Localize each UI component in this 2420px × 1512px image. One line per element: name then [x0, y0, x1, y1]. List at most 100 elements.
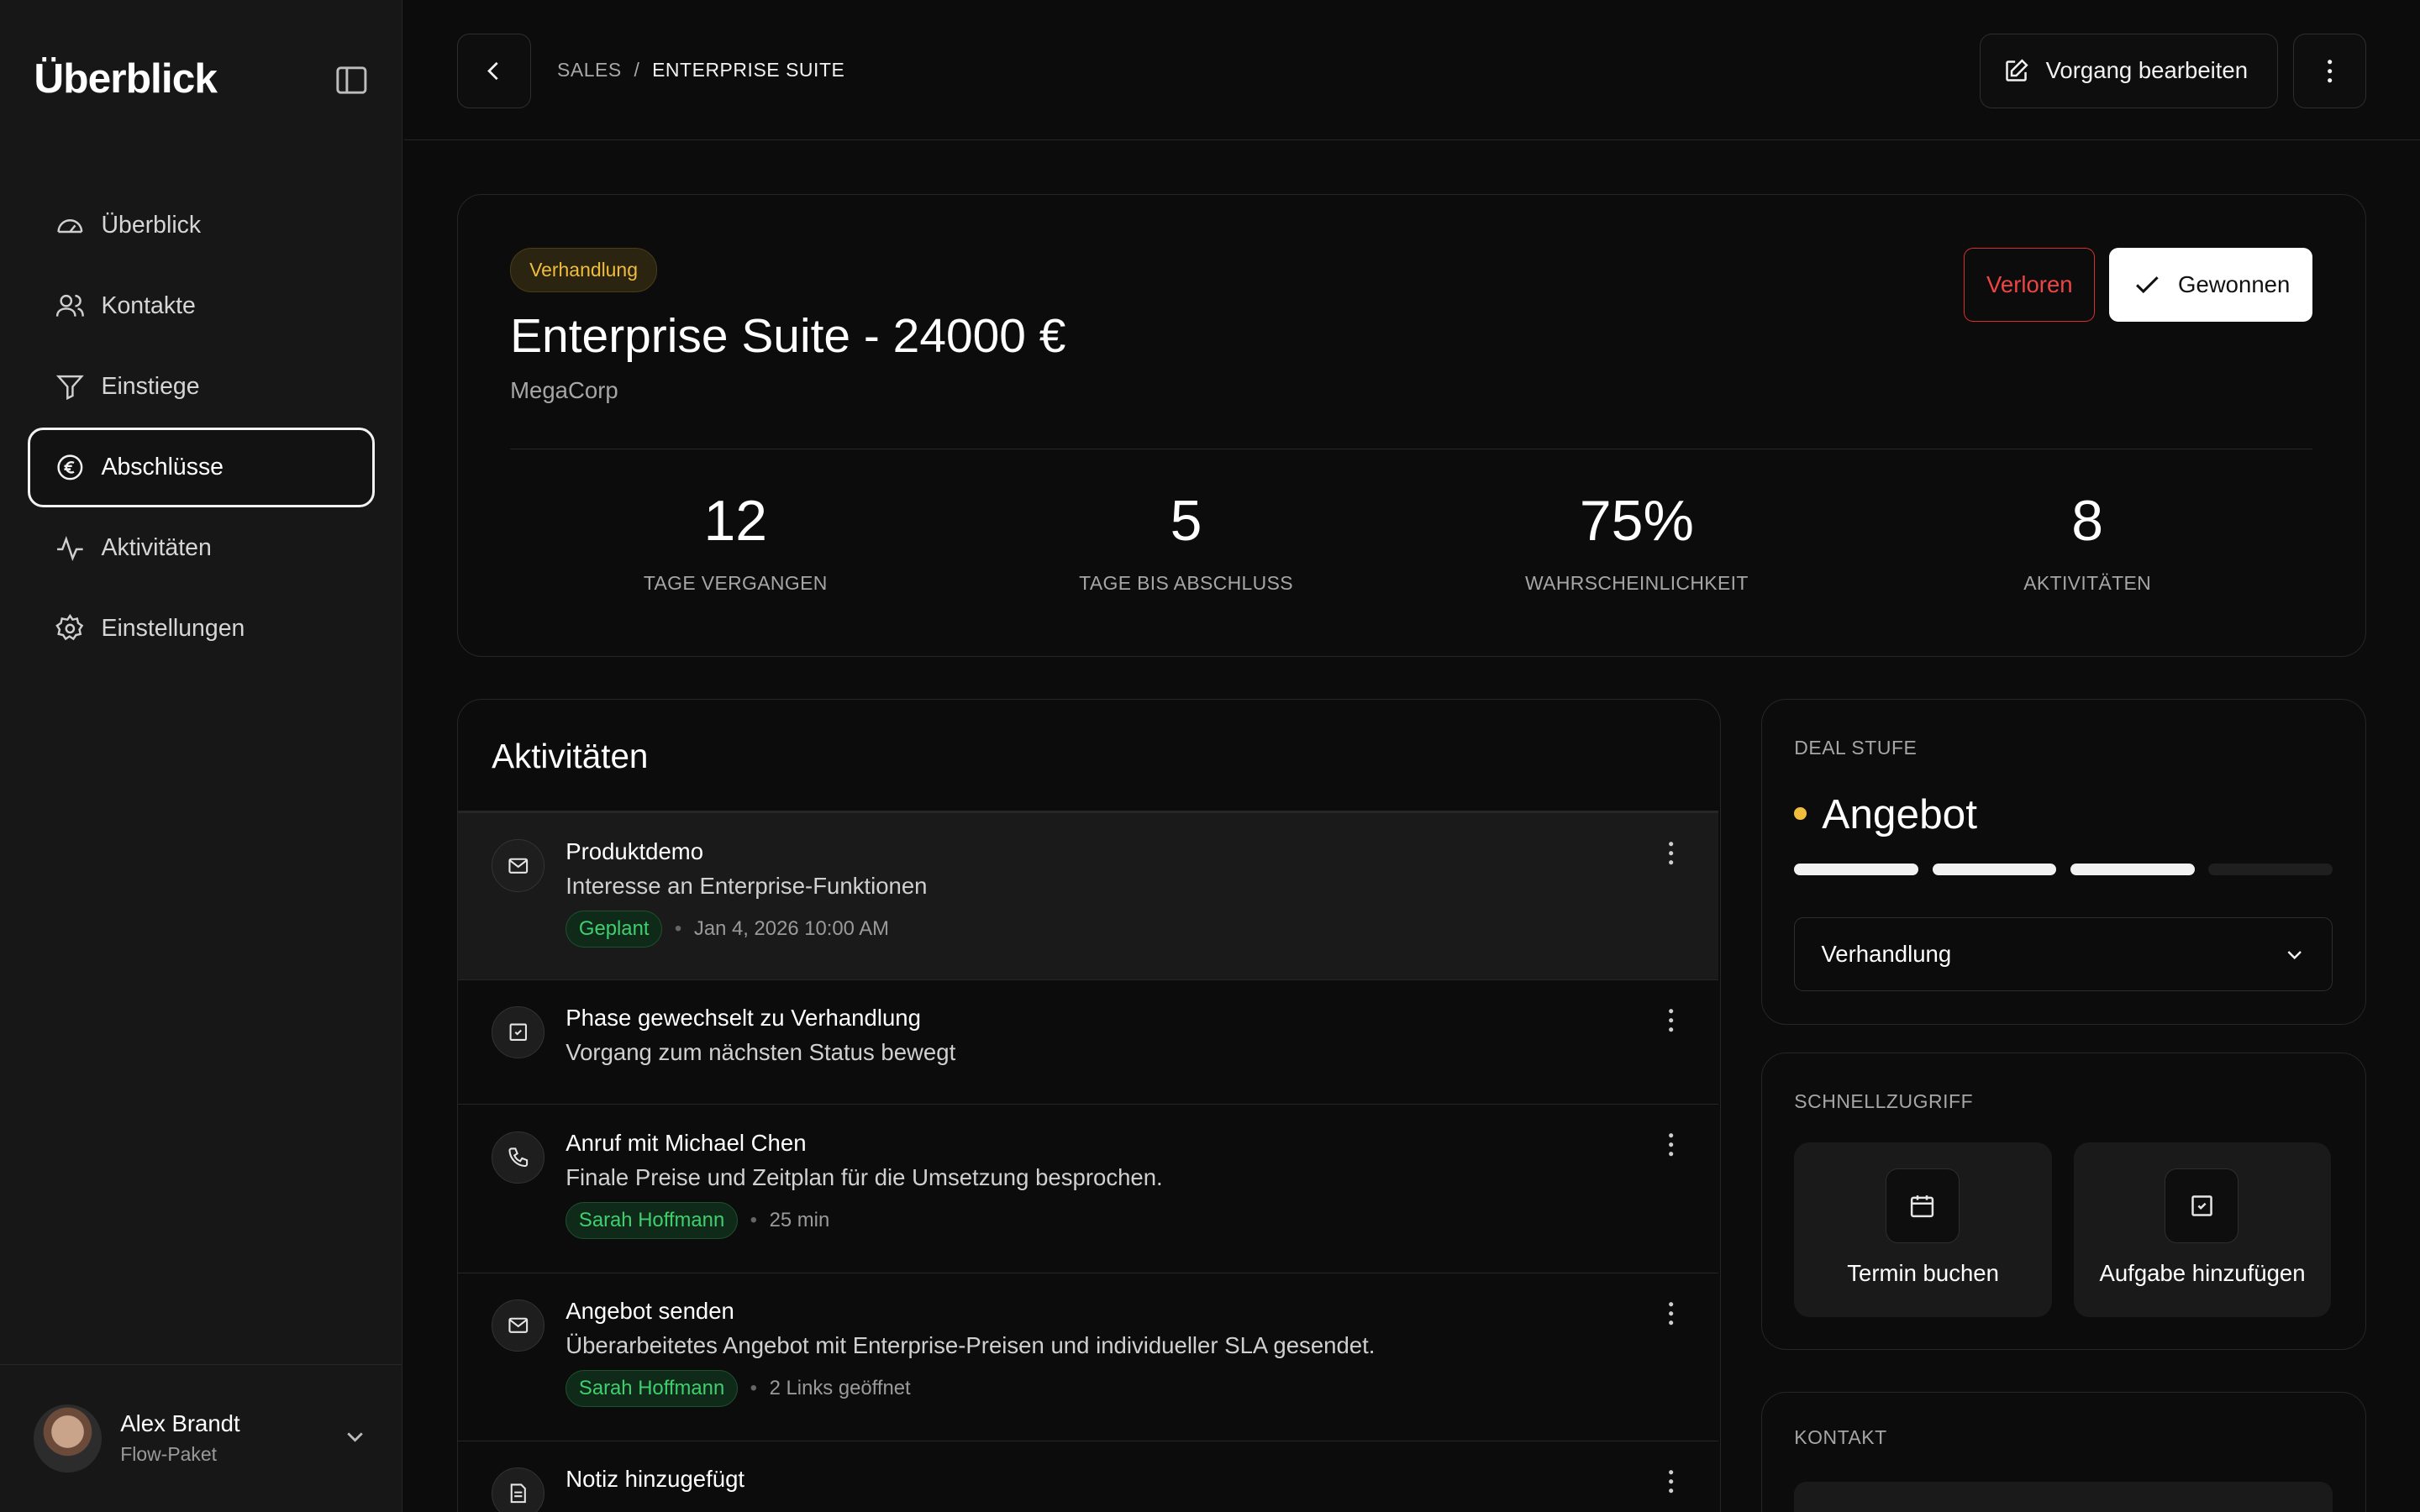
- more-vertical-icon: [1668, 1133, 1673, 1157]
- list-item[interactable]: Phase gewechselt zu Verhandlung Vorgang …: [457, 980, 1719, 1105]
- activity-description: Überarbeitetes Angebot mit Enterprise-Pr…: [566, 1332, 1376, 1359]
- user-plan: Flow-Paket: [120, 1443, 217, 1466]
- more-options-button[interactable]: [2293, 34, 2366, 108]
- sidebar-nav: Überblick Kontakte Einstiege Abschlüsse …: [28, 185, 376, 669]
- activities-title: Aktivitäten: [492, 737, 649, 776]
- sidebar-item-leads[interactable]: Einstiege: [28, 346, 375, 427]
- more-vertical-icon: [1668, 1469, 1673, 1494]
- stat-label: TAGE BIS ABSCHLUSS: [1079, 572, 1293, 595]
- activity-description: Interesse an Enterprise-Funktionen: [566, 872, 928, 899]
- task-icon: [509, 1023, 527, 1042]
- app-brand: Überblick: [34, 55, 218, 102]
- stat-value: 12: [703, 489, 768, 554]
- contact-entry[interactable]: [1794, 1482, 2333, 1512]
- activity-menu-button[interactable]: [1655, 838, 1686, 869]
- activity-description: Finale Preise und Zeitplan für die Umset…: [566, 1163, 1163, 1190]
- activity-type-badge: [492, 1467, 544, 1512]
- user-menu[interactable]: Alex Brandt Flow-Paket: [0, 1363, 403, 1512]
- stat-value: 5: [1170, 489, 1202, 554]
- contact-card: KONTAKT: [1760, 1391, 2366, 1512]
- activity-icon: [57, 535, 84, 562]
- deal-stage-card: DEAL STUFE Angebot Verhandlung: [1760, 699, 2366, 1025]
- add-task-button[interactable]: Aufgabe hinzufügen: [2073, 1142, 2332, 1317]
- activity-meta: Sarah Hoffmann • 2 Links geöffnet: [566, 1369, 1718, 1408]
- stage-select[interactable]: Verhandlung: [1794, 916, 2333, 992]
- breadcrumb-current: ENTERPRISE SUITE: [652, 58, 845, 81]
- progress-segment: [1794, 863, 1919, 876]
- activity-name: Produktdemo: [566, 837, 704, 864]
- deal-summary-card: Verhandlung Enterprise Suite - 24000 € M…: [456, 194, 2366, 658]
- quick-access-card: SCHNELLZUGRIFF Termin buchen Aufgabe hin…: [1760, 1052, 2366, 1351]
- sidebar-item-activities[interactable]: Aktivitäten: [28, 508, 375, 589]
- back-button[interactable]: [456, 34, 531, 108]
- stage-select-value: Verhandlung: [1821, 941, 1952, 968]
- chevron-down-icon: [347, 1432, 363, 1443]
- mark-won-button[interactable]: Gewonnen: [2108, 247, 2313, 323]
- sidebar-toggle-icon: [336, 66, 367, 94]
- funnel-icon: [56, 375, 85, 400]
- more-vertical-icon: [2327, 59, 2333, 83]
- check-icon: [2136, 276, 2159, 293]
- stat-probability: 75% WAHRSCHEINLICHKEIT: [1412, 488, 1862, 595]
- sidebar-item-deals[interactable]: Abschlüsse: [28, 427, 376, 508]
- progress-segment: [1932, 863, 2057, 876]
- activity-link-count: 2 Links geöffnet: [769, 1376, 911, 1399]
- meta-separator: •: [674, 916, 682, 940]
- gear-icon: [55, 613, 84, 641]
- activity-menu-button[interactable]: [1655, 1466, 1686, 1497]
- sidebar-item-label: Kontakte: [101, 291, 196, 319]
- sidebar-item-label: Überblick: [101, 211, 202, 239]
- current-stage-label: Angebot: [1822, 790, 1977, 837]
- list-item[interactable]: Angebot senden Überarbeitetes Angebot mi…: [457, 1273, 1719, 1441]
- users-icon: [56, 294, 85, 317]
- sidebar-toggle-button[interactable]: [334, 61, 371, 98]
- more-vertical-icon: [1668, 1301, 1673, 1325]
- deal-title: Enterprise Suite - 24000 €: [510, 308, 1066, 363]
- section-label: KONTAKT: [1794, 1426, 1887, 1449]
- sidebar-item-overview[interactable]: Überblick: [28, 185, 375, 265]
- activities-card: Aktivitäten Produktdemo Interesse an Ent…: [456, 699, 1721, 1512]
- meta-separator: •: [750, 1208, 757, 1231]
- deal-company[interactable]: MegaCorp: [510, 377, 618, 404]
- activity-meta: Sarah Hoffmann • 25 min: [566, 1201, 1718, 1239]
- activity-datetime: Jan 4, 2026 10:00 AM: [693, 916, 890, 940]
- deal-stats: 12 TAGE VERGANGEN 5 TAGE BIS ABSCHLUSS 7…: [510, 488, 2312, 595]
- breadcrumb: SALES / ENTERPRISE SUITE: [557, 59, 844, 81]
- activities-list: Produktdemo Interesse an Enterprise-Funk…: [457, 811, 1719, 1512]
- sidebar-item-label: Abschlüsse: [101, 453, 224, 480]
- progress-segment: [2208, 863, 2333, 876]
- stage-indicator-dot: [1794, 807, 1807, 820]
- breadcrumb-separator: /: [634, 58, 640, 81]
- stage-badge: Verhandlung: [510, 247, 657, 293]
- chevron-down-icon: [2287, 951, 2302, 960]
- list-item[interactable]: Produktdemo Interesse an Enterprise-Funk…: [457, 813, 1719, 980]
- edit-deal-label: Vorgang bearbeiten: [2045, 57, 2249, 84]
- divider: [510, 448, 2313, 450]
- list-item[interactable]: Anruf mit Michael Chen Finale Preise und…: [457, 1105, 1719, 1273]
- owner-badge: Sarah Hoffmann: [566, 1369, 738, 1408]
- section-label: SCHNELLZUGRIFF: [1794, 1089, 1974, 1112]
- section-label: DEAL STUFE: [1794, 737, 1918, 759]
- status-badge: Geplant: [566, 910, 663, 948]
- list-item[interactable]: Notiz hinzugefügt: [458, 1441, 1719, 1512]
- activity-menu-button[interactable]: [1655, 1005, 1686, 1036]
- edit-deal-button[interactable]: Vorgang bearbeiten: [1980, 34, 2278, 108]
- owner-badge: Sarah Hoffmann: [566, 1201, 738, 1239]
- more-vertical-icon: [1668, 1008, 1673, 1032]
- more-vertical-icon: [1668, 842, 1673, 865]
- stat-label: TAGE VERGANGEN: [643, 572, 828, 595]
- stat-activities: 8 AKTIVITÄTEN: [1862, 488, 2312, 595]
- activity-type-badge: [492, 1131, 544, 1184]
- meta-separator: •: [750, 1376, 757, 1399]
- sidebar-item-settings[interactable]: Einstellungen: [28, 589, 375, 669]
- sidebar-item-contacts[interactable]: Kontakte: [28, 265, 375, 346]
- activity-type-badge: [492, 1005, 544, 1059]
- book-appointment-button[interactable]: Termin buchen: [1794, 1142, 2052, 1317]
- activity-type-badge: [492, 839, 544, 892]
- breadcrumb-sales[interactable]: SALES: [557, 59, 622, 81]
- activity-menu-button[interactable]: [1655, 1130, 1686, 1161]
- mark-lost-button[interactable]: Verloren: [1964, 247, 2096, 323]
- phone-icon: [508, 1147, 528, 1168]
- activity-menu-button[interactable]: [1655, 1298, 1686, 1329]
- user-name: Alex Brandt: [120, 1410, 240, 1437]
